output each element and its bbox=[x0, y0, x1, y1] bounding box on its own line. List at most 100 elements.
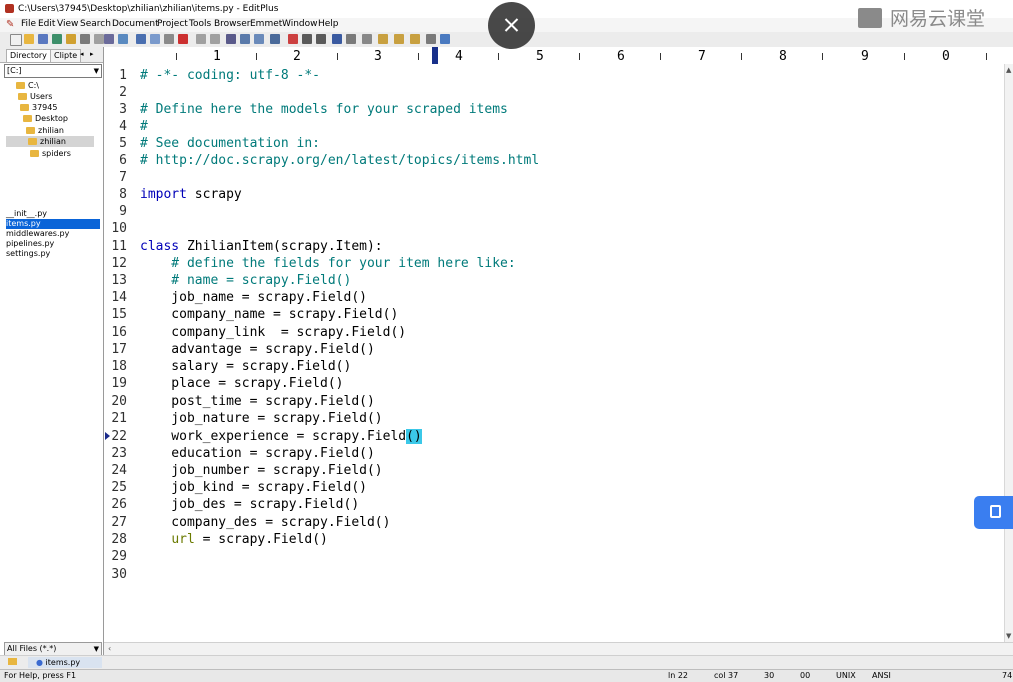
line-number: 1 bbox=[119, 68, 127, 83]
ruler-number: 7 bbox=[698, 49, 706, 64]
close-overlay-button[interactable] bbox=[488, 2, 535, 49]
code-editor[interactable]: 1 # -*- coding: utf-8 -*- 2 3 # Define her… bbox=[104, 64, 1004, 642]
line-number: 6 bbox=[119, 153, 127, 168]
ruler-tick bbox=[418, 53, 419, 60]
code-line: 16 company_link = scrapy.Field() bbox=[104, 324, 1004, 341]
menu-edit[interactable]: Edit bbox=[38, 19, 55, 29]
horizontal-scrollbar[interactable]: ‹ bbox=[104, 642, 1013, 656]
window-title: C:\Users\37945\Desktop\zhilian\zhilian\i… bbox=[18, 4, 279, 14]
replace-icon[interactable] bbox=[240, 34, 250, 44]
tree-item-37945[interactable]: 37945 bbox=[20, 102, 57, 113]
save-icon[interactable] bbox=[38, 34, 48, 44]
tree-item-c[interactable]: C:\ bbox=[16, 80, 39, 91]
settings-gear-icon[interactable] bbox=[362, 34, 372, 44]
help-icon[interactable] bbox=[440, 34, 450, 44]
open-remote-icon[interactable] bbox=[66, 34, 76, 44]
tree-item-zhilian-selected[interactable]: zhilian bbox=[6, 136, 94, 147]
code-line: 4 # bbox=[104, 118, 1004, 135]
code-line: 10 bbox=[104, 220, 1004, 237]
class-declaration: ZhilianItem(scrapy.Item): bbox=[179, 239, 383, 254]
menu-tools[interactable]: Tools bbox=[189, 19, 211, 29]
output-window-icon[interactable] bbox=[394, 34, 404, 44]
document-tab-items-py[interactable]: ● items.py bbox=[28, 657, 102, 668]
column-select-icon[interactable] bbox=[346, 34, 356, 44]
tree-label: spiders bbox=[42, 149, 71, 158]
menu-project[interactable]: Project bbox=[157, 19, 188, 29]
file-filter-select[interactable]: All Files (*.*) ▼ bbox=[4, 642, 102, 656]
word-wrap-icon[interactable] bbox=[302, 34, 312, 44]
tree-item-users[interactable]: Users bbox=[18, 91, 52, 102]
netease-logo-icon bbox=[858, 8, 882, 28]
file-init-py[interactable]: __init__.py bbox=[6, 209, 100, 219]
paste-icon[interactable] bbox=[164, 34, 174, 44]
print-preview-icon[interactable] bbox=[94, 34, 104, 44]
status-line: ln 22 bbox=[668, 671, 689, 680]
line-number-icon[interactable] bbox=[316, 34, 326, 44]
tree-item-desktop[interactable]: Desktop bbox=[23, 113, 68, 124]
menu-document[interactable]: Document bbox=[112, 19, 159, 29]
copy-icon[interactable] bbox=[150, 34, 160, 44]
code-line: 9 bbox=[104, 203, 1004, 220]
code-line: 24 job_number = scrapy.Field() bbox=[104, 462, 1004, 479]
menu-help[interactable]: Help bbox=[318, 19, 339, 29]
ruler-cursor-marker bbox=[432, 47, 438, 64]
menu-file[interactable]: File bbox=[21, 19, 36, 29]
scroll-down-icon[interactable]: ▼ bbox=[1006, 632, 1011, 640]
directory-window-icon[interactable] bbox=[378, 34, 388, 44]
menu-window[interactable]: Window bbox=[282, 19, 318, 29]
tree-item-zhilian[interactable]: zhilian bbox=[26, 125, 64, 136]
file-middlewares-py[interactable]: middlewares.py bbox=[6, 229, 100, 239]
side-note-button[interactable] bbox=[974, 496, 1013, 529]
bracket-match-highlight: () bbox=[406, 429, 422, 444]
tab-scroll-left-icon[interactable]: ◂ bbox=[80, 50, 84, 58]
new-file-icon[interactable] bbox=[10, 34, 22, 46]
scroll-left-icon[interactable]: ‹ bbox=[108, 644, 111, 653]
cut-icon[interactable] bbox=[136, 34, 146, 44]
vertical-scrollbar[interactable]: ▲ ▼ bbox=[1004, 64, 1013, 642]
watermark-text: 网易云课堂 bbox=[890, 8, 986, 30]
menu-browser[interactable]: Browser bbox=[214, 19, 250, 29]
find-in-files-icon[interactable] bbox=[254, 34, 264, 44]
browser-preview-icon[interactable] bbox=[118, 34, 128, 44]
find-icon[interactable] bbox=[226, 34, 236, 44]
module-name: scrapy bbox=[186, 187, 242, 202]
tree-label: 37945 bbox=[32, 103, 58, 112]
print-icon[interactable] bbox=[80, 34, 90, 44]
file-items-py[interactable]: items.py bbox=[6, 219, 100, 229]
cliptext-window-icon[interactable] bbox=[410, 34, 420, 44]
goto-line-icon[interactable] bbox=[270, 34, 280, 44]
line-number: 8 bbox=[119, 187, 127, 202]
file-pipelines-py[interactable]: pipelines.py bbox=[6, 239, 100, 249]
scroll-up-icon[interactable]: ▲ bbox=[1006, 66, 1011, 74]
line-text: # -*- coding: utf-8 -*- bbox=[140, 68, 321, 83]
delete-icon[interactable] bbox=[178, 34, 188, 44]
tab-cliptext[interactable]: Clipte bbox=[50, 49, 82, 62]
code-line: 28 url = scrapy.Field() bbox=[104, 531, 1004, 548]
ruler-number: 8 bbox=[779, 49, 787, 64]
menu-search[interactable]: Search bbox=[80, 19, 111, 29]
tab-scroll-right-icon[interactable]: ▸ bbox=[90, 50, 94, 58]
spell-check-icon[interactable] bbox=[104, 34, 114, 44]
undo-icon[interactable] bbox=[196, 34, 206, 44]
line-number: 18 bbox=[111, 359, 127, 374]
ruler-tick bbox=[986, 53, 987, 60]
code-line: 6 # http://doc.scrapy.org/en/latest/topic… bbox=[104, 152, 1004, 169]
ruler-icon[interactable] bbox=[332, 34, 342, 44]
ruler-number: 3 bbox=[374, 49, 382, 64]
redo-icon[interactable] bbox=[210, 34, 220, 44]
menu-view[interactable]: View bbox=[57, 19, 78, 29]
code-line: 18 salary = scrapy.Field() bbox=[104, 358, 1004, 375]
open-folder-icon bbox=[28, 138, 37, 145]
ruler-number: 5 bbox=[536, 49, 544, 64]
menu-emmet[interactable]: Emmet bbox=[250, 19, 282, 29]
tab-directory[interactable]: Directory bbox=[6, 49, 51, 62]
file-settings-py[interactable]: settings.py bbox=[6, 249, 100, 259]
tree-item-spiders[interactable]: spiders bbox=[30, 148, 71, 159]
font-icon[interactable] bbox=[288, 34, 298, 44]
open-folder-icon[interactable] bbox=[24, 34, 34, 44]
fullscreen-icon[interactable] bbox=[426, 34, 436, 44]
save-all-icon[interactable] bbox=[52, 34, 62, 44]
ruler-tick bbox=[904, 53, 905, 60]
drive-select[interactable]: [C:] ▼ bbox=[4, 64, 102, 78]
